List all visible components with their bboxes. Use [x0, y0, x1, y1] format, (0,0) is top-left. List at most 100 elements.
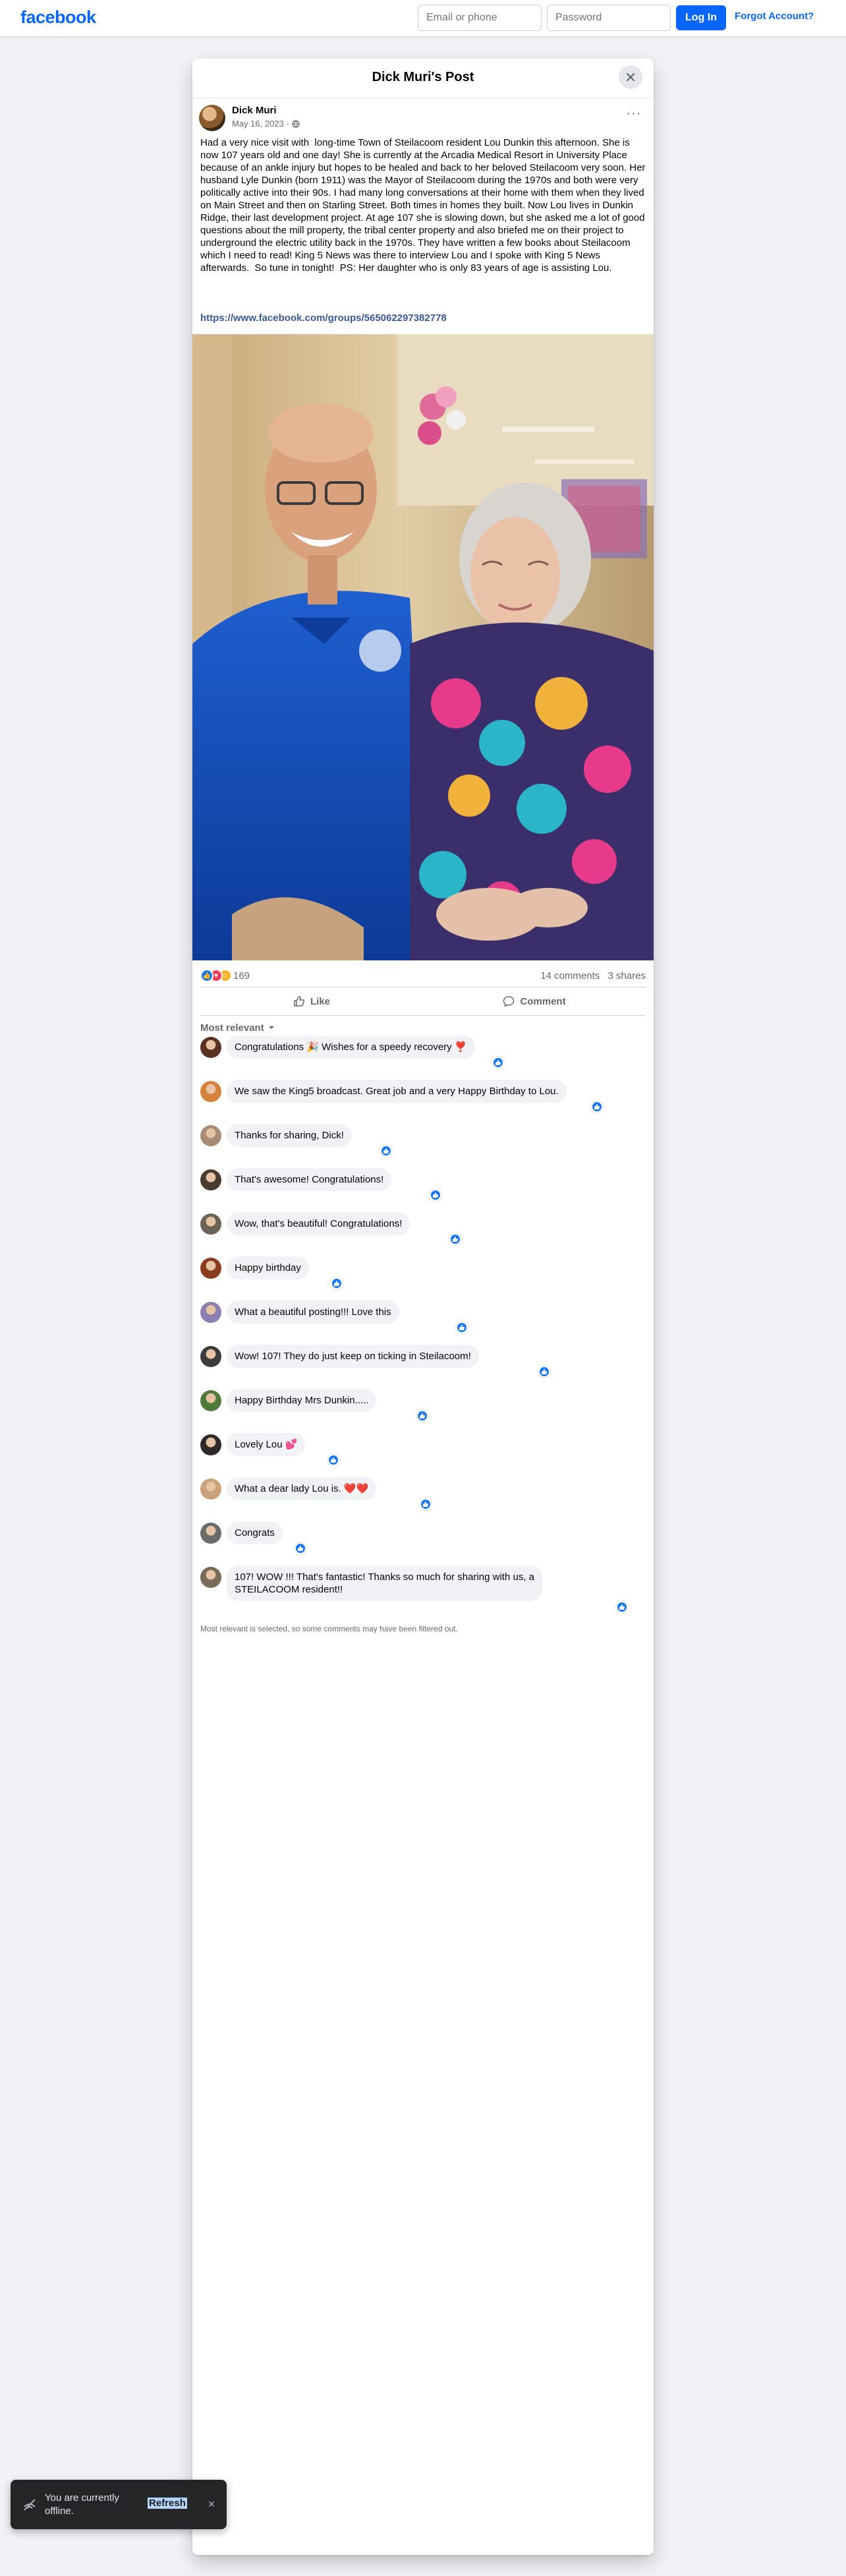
comment-bubble: Congrats — [227, 1521, 283, 1544]
comment-bubble: Happy birthday — [227, 1256, 309, 1279]
comment-like-reaction-icon[interactable] — [416, 1410, 428, 1422]
comment-text: 107! WOW !!! That's fantastic! Thanks so… — [235, 1571, 534, 1583]
refresh-link[interactable]: Refresh — [148, 2498, 187, 2509]
comment-icon — [503, 996, 515, 1007]
comment-like-reaction-icon[interactable] — [380, 1145, 392, 1157]
close-icon — [626, 73, 635, 82]
password-input[interactable] — [547, 5, 671, 31]
comment-like-reaction-icon[interactable] — [492, 1057, 504, 1068]
comment-like-reaction-icon[interactable] — [295, 1542, 306, 1554]
author-name[interactable]: Dick Muri — [232, 105, 277, 116]
comments-count[interactable]: 14 comments — [540, 970, 600, 981]
like-button[interactable]: Like — [200, 987, 423, 1015]
thumbs-up-icon — [294, 996, 304, 1007]
comment-bubble: That's awesome! Congratulations! — [227, 1168, 392, 1191]
toast-close-button[interactable]: × — [205, 2498, 218, 2511]
comment-text: Thanks for sharing, Dick! — [235, 1130, 344, 1141]
post-text: Had a very nice visit with long-time Tow… — [200, 137, 648, 274]
comment-item: Congratulations 🎉 Wishes for a speedy re… — [200, 1036, 646, 1068]
comment-text: Happy Birthday Mrs Dunkin..... — [235, 1395, 369, 1406]
offline-toast: You are currently offline. Refresh × — [11, 2480, 227, 2529]
avatar[interactable] — [200, 1302, 221, 1323]
post-photo[interactable] — [192, 334, 654, 960]
photo-illustration — [192, 334, 654, 960]
avatar[interactable] — [200, 1390, 221, 1411]
comment-button[interactable]: Comment — [423, 987, 646, 1015]
avatar[interactable] — [199, 105, 225, 131]
post-timestamp: May 16, 2023 · — [232, 119, 300, 129]
comment-bubble: Wow, that's beautiful! Congratulations! — [227, 1212, 410, 1235]
separator: · — [286, 119, 290, 129]
avatar[interactable] — [200, 1214, 221, 1235]
comment-item: Happy birthday — [200, 1256, 646, 1289]
comment-bubble: Lovely Lou 💕 — [227, 1433, 306, 1456]
comment-item: What a dear lady Lou is. ❤️❤️ — [200, 1477, 646, 1510]
comment-item: 107! WOW !!! That's fantastic! Thanks so… — [200, 1566, 646, 1613]
offline-icon — [24, 2499, 36, 2511]
reaction-stats: 👍 ♥ ☺ 169 14 comments 3 shares — [200, 965, 646, 987]
globe-icon — [292, 119, 300, 128]
comment-bubble: Happy Birthday Mrs Dunkin..... — [227, 1389, 377, 1412]
comment-item: Wow, that's beautiful! Congratulations! — [200, 1212, 646, 1245]
avatar[interactable] — [200, 1523, 221, 1544]
chevron-down-icon — [268, 1026, 274, 1029]
comment-text: What a dear lady Lou is. ❤️❤️ — [235, 1483, 369, 1494]
avatar[interactable] — [200, 1125, 221, 1146]
top-navigation-bar: facebook Log In Forgot Account? — [0, 0, 846, 37]
comment-item: Congrats — [200, 1521, 646, 1554]
group-link[interactable]: https://www.facebook.com/groups/56506229… — [200, 312, 447, 324]
login-button[interactable]: Log In — [676, 5, 726, 30]
comment-bubble: What a beautiful posting!!! Love this — [227, 1301, 399, 1324]
comment-text: That's awesome! Congratulations! — [235, 1174, 384, 1185]
dialog-title: Dick Muri's Post — [372, 70, 474, 84]
comment-text: We saw the King5 broadcast. Great job an… — [235, 1086, 559, 1097]
post-dialog: Dick Muri's Post Dick Muri May 16, 2023 … — [192, 59, 654, 2555]
comment-item: What a beautiful posting!!! Love this — [200, 1301, 646, 1333]
comment-item: Lovely Lou 💕 — [200, 1433, 646, 1466]
comment-bubble: Congratulations 🎉 Wishes for a speedy re… — [227, 1036, 475, 1059]
more-options-button[interactable]: ··· — [624, 107, 644, 123]
reaction-count[interactable]: 169 — [233, 970, 250, 981]
post-actions: Like Comment — [200, 987, 646, 1016]
comment-text: Happy birthday — [235, 1262, 301, 1273]
comment-like-reaction-icon[interactable] — [591, 1101, 603, 1113]
avatar[interactable] — [200, 1434, 221, 1455]
post-date[interactable]: May 16, 2023 — [232, 119, 284, 129]
comment-like-reaction-icon[interactable] — [420, 1498, 432, 1510]
comment-sort-dropdown[interactable]: Most relevant — [200, 1018, 275, 1038]
sort-label: Most relevant — [200, 1022, 264, 1034]
comment-like-reaction-icon[interactable] — [538, 1366, 550, 1378]
avatar[interactable] — [200, 1037, 221, 1058]
comment-text: Congrats — [235, 1527, 275, 1538]
avatar[interactable] — [200, 1258, 221, 1279]
close-button[interactable] — [619, 65, 642, 89]
comment-like-reaction-icon[interactable] — [456, 1322, 468, 1333]
comment-like-reaction-icon[interactable] — [327, 1454, 339, 1466]
avatar[interactable] — [200, 1478, 221, 1500]
facebook-logo[interactable]: facebook — [20, 7, 96, 28]
comment-item: Wow! 107! They do just keep on ticking i… — [200, 1345, 646, 1378]
comment-item: Thanks for sharing, Dick! — [200, 1124, 646, 1157]
filter-note: Most relevant is selected, so some comme… — [200, 1624, 458, 1633]
comment-text: What a beautiful posting!!! Love this — [235, 1306, 391, 1318]
avatar[interactable] — [200, 1169, 221, 1190]
comment-label: Comment — [520, 995, 566, 1007]
comments-shares: 14 comments 3 shares — [540, 970, 646, 981]
comment-like-reaction-icon[interactable] — [430, 1189, 441, 1201]
like-reaction-icon: 👍 — [200, 969, 213, 982]
avatar[interactable] — [200, 1346, 221, 1367]
avatar[interactable] — [200, 1567, 221, 1588]
comment-like-reaction-icon[interactable] — [331, 1277, 343, 1289]
comment-item: That's awesome! Congratulations! — [200, 1168, 646, 1201]
comment-like-reaction-icon[interactable] — [616, 1601, 628, 1613]
dialog-header: Dick Muri's Post — [192, 59, 654, 98]
email-input[interactable] — [418, 5, 542, 31]
comment-like-reaction-icon[interactable] — [449, 1233, 461, 1245]
shares-count[interactable]: 3 shares — [607, 970, 646, 981]
comment-bubble: We saw the King5 broadcast. Great job an… — [227, 1080, 567, 1103]
comment-item: Happy Birthday Mrs Dunkin..... — [200, 1389, 646, 1422]
avatar[interactable] — [200, 1081, 221, 1102]
comment-text: Congratulations 🎉 Wishes for a speedy re… — [235, 1041, 467, 1053]
comment-text: Wow! 107! They do just keep on ticking i… — [235, 1351, 471, 1362]
forgot-account-link[interactable]: Forgot Account? — [735, 11, 814, 22]
